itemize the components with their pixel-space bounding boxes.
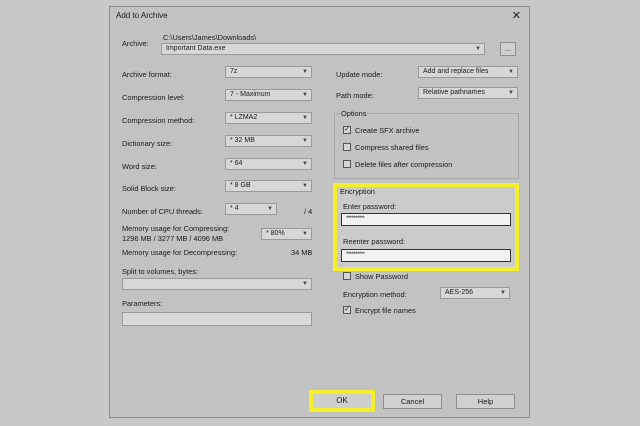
archive-label: Archive:	[122, 39, 149, 48]
window-title: Add to Archive	[116, 11, 168, 20]
mem-compress-label: Memory usage for Compressing:	[122, 224, 230, 233]
encrypt-names-label: Encrypt file names	[355, 306, 416, 315]
chevron-down-icon: ▼	[302, 92, 308, 98]
compression-method-label: Compression method:	[122, 116, 195, 125]
show-password-checkbox[interactable]	[343, 272, 351, 280]
solid-block-size-label: Solid Block size:	[122, 184, 176, 193]
mem-decompress-value: 34 MB	[291, 248, 313, 257]
compression-level-select[interactable]: 7 - Maximum ▼	[225, 89, 312, 101]
word-size-select[interactable]: * 64 ▼	[225, 158, 312, 170]
solid-block-size-value: * 8 GB	[230, 182, 251, 189]
compress-shared-checkbox[interactable]	[343, 143, 351, 151]
update-mode-value: Add and replace files	[423, 68, 489, 75]
chevron-down-icon: ▼	[302, 281, 308, 287]
archive-format-select[interactable]: 7z ▼	[225, 66, 312, 78]
dictionary-size-label: Dictionary size:	[122, 139, 173, 148]
mem-decompress-label: Memory usage for Decompressing:	[122, 248, 238, 257]
create-sfx-checkbox[interactable]: ✓	[343, 126, 351, 134]
cpu-threads-value: * 4	[230, 205, 239, 212]
chevron-down-icon: ▼	[508, 90, 514, 96]
dictionary-size-value: * 32 MB	[230, 137, 255, 144]
compression-level-value: 7 - Maximum	[230, 91, 271, 98]
encryption-method-select[interactable]: AES-256 ▼	[440, 287, 510, 299]
delete-after-checkbox[interactable]	[343, 160, 351, 168]
archive-format-value: 7z	[230, 68, 238, 75]
archive-format-label: Archive format:	[122, 70, 172, 79]
archive-name-value: Important Data.exe	[166, 45, 226, 52]
chevron-down-icon: ▼	[302, 138, 308, 144]
encrypt-names-checkbox[interactable]: ✓	[343, 306, 351, 314]
reenter-password-input[interactable]: **********	[341, 249, 511, 262]
parameters-label: Parameters:	[122, 299, 163, 308]
update-mode-label: Update mode:	[336, 70, 383, 79]
split-label: Split to volumes, bytes:	[122, 267, 198, 276]
enter-password-label: Enter password:	[343, 202, 397, 211]
delete-after-label: Delete files after compression	[355, 160, 453, 169]
compress-shared-label: Compress shared files	[355, 143, 429, 152]
cancel-button[interactable]: Cancel	[383, 394, 442, 409]
path-mode-value: Relative pathnames	[423, 89, 485, 96]
cpu-threads-label: Number of CPU threads:	[122, 207, 203, 216]
show-password-label: Show Password	[355, 272, 408, 281]
mem-compress-detail: 1296 MB / 3277 MB / 4096 MB	[122, 234, 224, 243]
archive-name-combo[interactable]: Important Data.exe ▼	[161, 43, 485, 55]
chevron-down-icon: ▼	[302, 161, 308, 167]
chevron-down-icon: ▼	[302, 231, 308, 237]
word-size-label: Word size:	[122, 162, 157, 171]
browse-button[interactable]: ...	[500, 42, 516, 56]
chevron-down-icon: ▼	[302, 69, 308, 75]
chevron-down-icon: ▼	[302, 183, 308, 189]
word-size-value: * 64	[230, 160, 243, 167]
title-bar: Add to Archive ✕	[110, 7, 529, 25]
split-volumes-combo[interactable]: ▼	[122, 278, 312, 290]
archive-path: C:\Users\James\Downloads\	[163, 33, 257, 42]
chevron-down-icon: ▼	[267, 206, 273, 212]
parameters-input[interactable]	[122, 312, 312, 326]
reenter-password-label: Reenter password:	[343, 237, 406, 246]
path-mode-select[interactable]: Relative pathnames ▼	[418, 87, 518, 99]
compression-level-label: Compression level:	[122, 93, 185, 102]
encryption-method-label: Encryption method:	[343, 290, 407, 299]
compression-method-value: * LZMA2	[230, 114, 258, 121]
help-button[interactable]: Help	[456, 394, 515, 409]
options-title: Options	[340, 109, 368, 118]
chevron-down-icon: ▼	[302, 115, 308, 121]
solid-block-size-select[interactable]: * 8 GB ▼	[225, 180, 312, 192]
mem-compress-value: * 80%	[266, 230, 285, 237]
ok-button[interactable]: OK	[309, 390, 375, 412]
dictionary-size-select[interactable]: * 32 MB ▼	[225, 135, 312, 147]
encryption-method-value: AES-256	[445, 289, 474, 296]
compression-method-select[interactable]: * LZMA2 ▼	[225, 112, 312, 124]
enter-password-input[interactable]: **********	[341, 213, 511, 226]
create-sfx-label: Create SFX archive	[355, 126, 420, 135]
chevron-down-icon: ▼	[508, 69, 514, 75]
cpu-threads-max: / 4	[304, 207, 313, 216]
update-mode-select[interactable]: Add and replace files ▼	[418, 66, 518, 78]
chevron-down-icon: ▼	[475, 46, 481, 52]
encryption-title: Encryption	[340, 187, 375, 196]
cpu-threads-select[interactable]: * 4 ▼	[225, 203, 277, 215]
close-icon[interactable]: ✕	[512, 9, 521, 22]
mem-compress-select[interactable]: * 80% ▼	[261, 228, 312, 240]
path-mode-label: Path mode:	[336, 91, 374, 100]
chevron-down-icon: ▼	[500, 290, 506, 296]
